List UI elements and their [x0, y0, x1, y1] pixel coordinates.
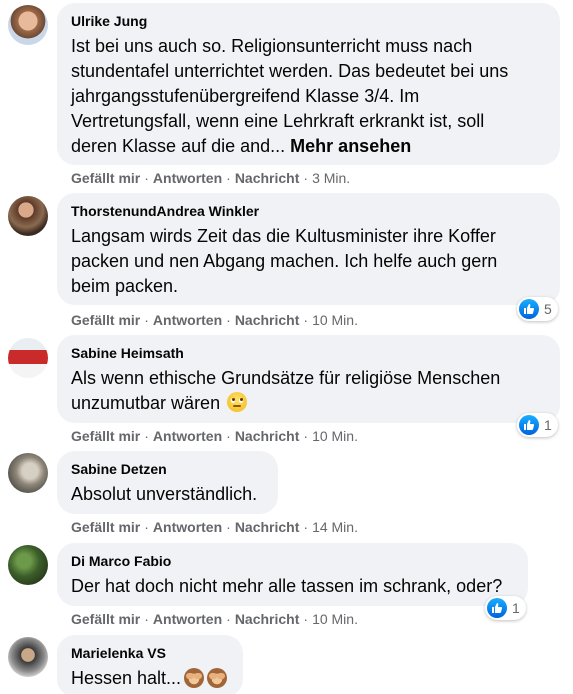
- message-link[interactable]: Nachricht: [235, 519, 300, 535]
- like-link[interactable]: Gefällt mir: [71, 312, 140, 328]
- avatar[interactable]: [8, 453, 48, 493]
- comment-timestamp[interactable]: 14 Min.: [312, 519, 358, 535]
- comment-bubble: Ulrike Jung Ist bei uns auch so. Religio…: [57, 3, 560, 165]
- like-link[interactable]: Gefällt mir: [71, 611, 140, 627]
- comment-text: Ist bei uns auch so. Religionsunterricht…: [71, 36, 509, 156]
- comment-author[interactable]: Ulrike Jung: [71, 12, 547, 30]
- avatar[interactable]: [8, 338, 48, 378]
- reaction-summary[interactable]: 1: [517, 413, 558, 437]
- reply-link[interactable]: Antworten: [153, 519, 222, 535]
- comment-author[interactable]: Di Marco Fabio: [71, 552, 515, 570]
- comment-actions: Gefällt mir · Antworten · Nachricht · 10 Min.: [71, 312, 358, 328]
- avatar[interactable]: [8, 5, 48, 45]
- reaction-count: 1: [544, 417, 552, 433]
- comment-actions: Gefällt mir · Antworten · Nachricht · 10 Min.: [71, 611, 358, 627]
- thumbs-up-icon: [519, 299, 539, 319]
- message-link[interactable]: Nachricht: [235, 170, 300, 186]
- comment-timestamp[interactable]: 10 Min.: [312, 611, 358, 627]
- comment-bubble: Sabine Heimsath Als wenn ethische Grunds…: [57, 335, 560, 423]
- thumbs-up-icon: [487, 598, 507, 618]
- reply-link[interactable]: Antworten: [153, 611, 222, 627]
- comment-bubble: Sabine Detzen Absolut unverständlich.: [57, 451, 278, 514]
- like-link[interactable]: Gefällt mir: [71, 519, 140, 535]
- comment-author[interactable]: Sabine Detzen: [71, 460, 265, 478]
- comment-text: Hessen halt...: [71, 666, 230, 691]
- see-no-evil-monkey-emoji: [207, 668, 228, 688]
- reaction-summary[interactable]: 5: [517, 297, 558, 321]
- comment-text: Der hat doch nicht mehr alle tassen im s…: [71, 576, 503, 596]
- comment-author[interactable]: Sabine Heimsath: [71, 344, 547, 362]
- message-link[interactable]: Nachricht: [235, 428, 300, 444]
- comment-author[interactable]: Marielenka VS: [71, 644, 230, 662]
- like-link[interactable]: Gefällt mir: [71, 170, 140, 186]
- avatar[interactable]: [8, 545, 48, 585]
- comment-actions: Gefällt mir · Antworten · Nachricht · 10 Min.: [71, 428, 358, 444]
- comment-text: Als wenn ethische Grundsätze für religiö…: [71, 368, 501, 413]
- comment-author[interactable]: ThorstenundAndrea Winkler: [71, 202, 547, 220]
- comment-text: Absolut unverständlich.: [71, 484, 258, 504]
- see-more-link[interactable]: Mehr ansehen: [290, 136, 411, 156]
- reaction-summary[interactable]: 1: [485, 596, 526, 620]
- message-link[interactable]: Nachricht: [235, 312, 300, 328]
- comment-timestamp[interactable]: 10 Min.: [312, 428, 358, 444]
- eye-roll-emoji: [227, 392, 248, 412]
- comment-bubble: Di Marco Fabio Der hat doch nicht mehr a…: [57, 543, 528, 606]
- thumbs-up-icon: [519, 415, 539, 435]
- reply-link[interactable]: Antworten: [153, 170, 222, 186]
- like-link[interactable]: Gefällt mir: [71, 428, 140, 444]
- comment-bubble: Marielenka VS Hessen halt...: [57, 635, 243, 694]
- avatar[interactable]: [8, 637, 48, 677]
- comment-timestamp[interactable]: 10 Min.: [312, 312, 358, 328]
- see-no-evil-monkey-emoji: [184, 668, 205, 688]
- comment-text: Langsam wirds Zeit das die Kultusministe…: [71, 226, 498, 296]
- comment-actions: Gefällt mir · Antworten · Nachricht · 3 Min.: [71, 170, 351, 186]
- avatar[interactable]: [8, 196, 48, 236]
- comment-actions: Gefällt mir · Antworten · Nachricht · 14 Min.: [71, 519, 358, 535]
- reaction-count: 1: [512, 600, 520, 616]
- message-link[interactable]: Nachricht: [235, 611, 300, 627]
- reply-link[interactable]: Antworten: [153, 428, 222, 444]
- reply-link[interactable]: Antworten: [153, 312, 222, 328]
- comment-bubble: ThorstenundAndrea Winkler Langsam wirds …: [57, 193, 560, 305]
- reaction-count: 5: [544, 301, 552, 317]
- comment-timestamp[interactable]: 3 Min.: [312, 170, 350, 186]
